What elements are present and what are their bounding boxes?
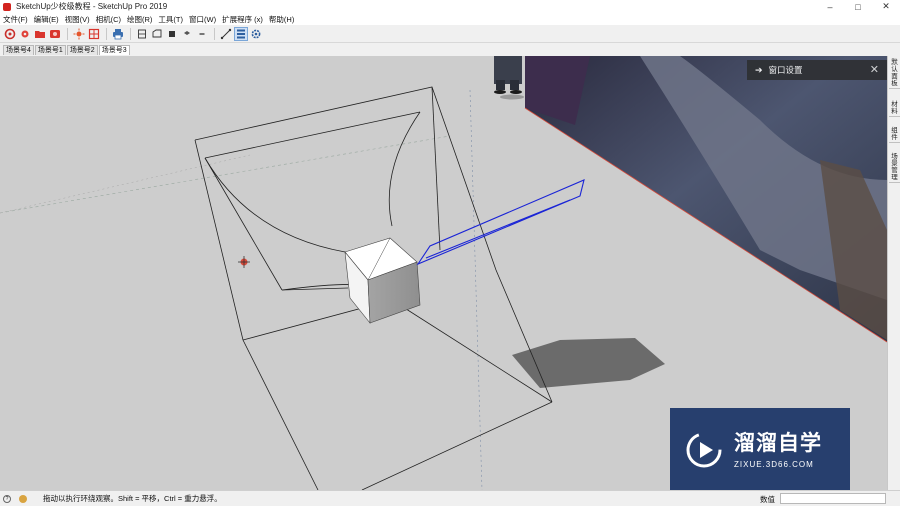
view-iso-icon[interactable] [195,27,209,41]
menu-draw[interactable]: 绘图(R) [127,14,152,25]
folder-red-icon[interactable] [33,27,47,41]
menu-window[interactable]: 窗口(W) [189,14,216,25]
menu-tools[interactable]: 工具(T) [158,14,183,25]
tab-scene-2[interactable]: 场景号2 [66,45,98,55]
menu-view[interactable]: 视图(V) [65,14,90,25]
settings-gear-icon[interactable] [249,27,263,41]
axes-icon[interactable] [219,27,233,41]
status-hint: 拖动以执行环绕观察。Shift = 平移，Ctrl = 重力悬浮。 [43,494,222,503]
sun-shadow-icon[interactable] [72,27,86,41]
toolbar-divider [214,27,215,40]
tab-scene-1[interactable]: 场景号1 [34,45,66,55]
window-settings-panel[interactable]: ➔ 窗口设置 ✕ [747,60,887,80]
view-front-icon[interactable] [135,27,149,41]
tray-tab-materials[interactable]: 材料 [889,100,900,117]
close-icon[interactable]: ✕ [870,63,879,76]
view-top-icon[interactable] [180,27,194,41]
tab-scene-3[interactable]: 场景号3 [98,45,130,55]
toolbar-divider [67,27,68,40]
solid-tools-icon[interactable] [3,27,17,41]
menu-extensions[interactable]: 扩展程序 (x) [222,14,263,25]
printer-icon[interactable] [111,27,125,41]
maximize-button[interactable]: □ [844,0,872,13]
main-toolbar [0,25,900,43]
menu-camera[interactable]: 相机(C) [96,14,121,25]
title-bar: SketchUp少校级教程 - SketchUp Pro 2019 – □ ✕ [0,0,900,13]
panel-title: 窗口设置 [768,65,803,75]
play-logo-icon [686,432,722,468]
geolocation-icon[interactable]: ? [3,494,11,503]
tray-tab-default[interactable]: 默认面板 [889,58,900,89]
minimize-button[interactable]: – [816,0,844,13]
view-solid-icon[interactable] [165,27,179,41]
view-back-icon[interactable] [150,27,164,41]
camera-red-icon[interactable] [48,27,62,41]
scene-tabs: 场景号4 场景号1 场景号2 场景号3 [0,43,900,55]
watermark-url: ZIXUE.3D66.COM [734,459,814,469]
watermark-title: 溜溜自学 [734,431,822,455]
grid-section-icon[interactable] [87,27,101,41]
sketchup-app-icon [3,2,11,11]
close-button[interactable]: ✕ [872,0,900,13]
menu-help[interactable]: 帮助(H) [269,14,294,25]
status-bar: ? 拖动以执行环绕观察。Shift = 平移，Ctrl = 重力悬浮。 数值 [0,490,900,506]
gear-red-icon[interactable] [18,27,32,41]
tray-tab-scenes[interactable]: 场景管理 [889,152,900,183]
menu-bar: 文件(F) 编辑(E) 视图(V) 相机(C) 绘图(R) 工具(T) 窗口(W… [0,13,900,25]
menu-edit[interactable]: 编辑(E) [34,14,59,25]
measurements-label: 数值 [760,495,775,504]
measurements-input[interactable] [780,493,886,504]
toolbar-divider [130,27,131,40]
credits-icon[interactable] [19,494,27,503]
window-title: SketchUp少校级教程 - SketchUp Pro 2019 [16,2,168,11]
menu-file[interactable]: 文件(F) [3,14,28,25]
watermark-logo: 溜溜自学 ZIXUE.3D66.COM [670,408,850,492]
layers-panel-icon[interactable] [234,26,248,41]
tray-tab-components[interactable]: 组件 [889,126,900,143]
window-controls: – □ ✕ [816,0,900,13]
tray-sidebar: 默认面板 材料 组件 场景管理 [887,56,900,490]
toolbar-divider [106,27,107,40]
tab-scene-4[interactable]: 场景号4 [3,45,34,55]
arrow-right-icon[interactable]: ➔ [755,65,763,76]
